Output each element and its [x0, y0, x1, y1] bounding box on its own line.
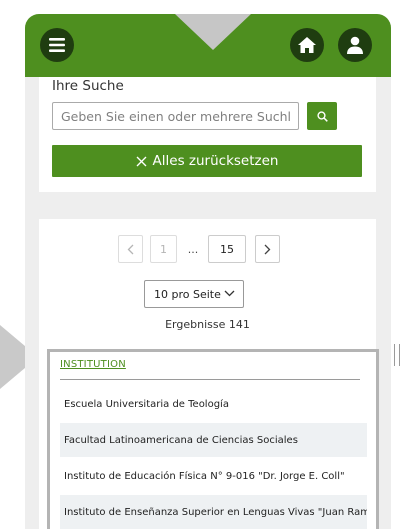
header-divider	[60, 379, 360, 380]
search-panel: Ihre Suche Alles zurücksetzen	[39, 77, 376, 192]
reset-all-label: Alles zurücksetzen	[152, 153, 279, 169]
pagination-next-button[interactable]	[255, 235, 280, 263]
user-icon	[347, 36, 363, 54]
chevron-right-icon	[264, 244, 271, 254]
pagination-page-first[interactable]: 1	[150, 235, 177, 263]
screen: Ihre Suche Alles zurücksetzen	[0, 0, 409, 529]
scrollbar-handle[interactable]	[394, 344, 400, 366]
reset-all-button[interactable]: Alles zurücksetzen	[52, 145, 362, 177]
column-header-institution[interactable]: INSTITUTION	[60, 359, 126, 370]
search-panel-title: Ihre Suche	[52, 78, 124, 94]
pagination-page-last[interactable]: 15	[208, 235, 246, 263]
table-row[interactable]: Instituto de Enseñanza Superior en Lengu…	[60, 495, 367, 529]
page-size-value: 10 pro Seite	[154, 287, 221, 301]
home-button[interactable]	[290, 28, 324, 62]
table-row[interactable]: Facultad Latinoamericana de Ciencias Soc…	[60, 423, 367, 457]
results-table: INSTITUTION Escuela Universitaria de Teo…	[47, 349, 379, 529]
page-size-select[interactable]: 10 pro Seite	[144, 280, 244, 308]
results-panel: 1 ... 15 10 pro Seite Ergebnisse 141 INS…	[39, 219, 379, 529]
search-input[interactable]	[52, 102, 299, 130]
search-icon	[316, 110, 328, 122]
search-button[interactable]	[307, 102, 337, 130]
top-app-bar	[25, 14, 391, 77]
pagination-ellipsis: ...	[187, 242, 199, 256]
home-icon	[298, 37, 316, 53]
drawer-pull-tab[interactable]	[175, 14, 251, 50]
table-row[interactable]: Instituto de Educación Física N° 9-016 "…	[60, 459, 367, 493]
close-icon	[136, 156, 146, 166]
hamburger-menu-icon	[49, 38, 65, 52]
menu-button[interactable]	[40, 28, 74, 62]
mobile-viewport: Ihre Suche Alles zurücksetzen	[25, 14, 391, 529]
result-count: Ergebnisse 141	[165, 318, 250, 331]
pagination-prev-button[interactable]	[118, 235, 143, 263]
chevron-down-icon	[224, 290, 235, 297]
user-account-button[interactable]	[338, 28, 372, 62]
chevron-left-icon	[127, 244, 134, 254]
table-row[interactable]: Escuela Universitaria de Teología	[60, 387, 367, 421]
